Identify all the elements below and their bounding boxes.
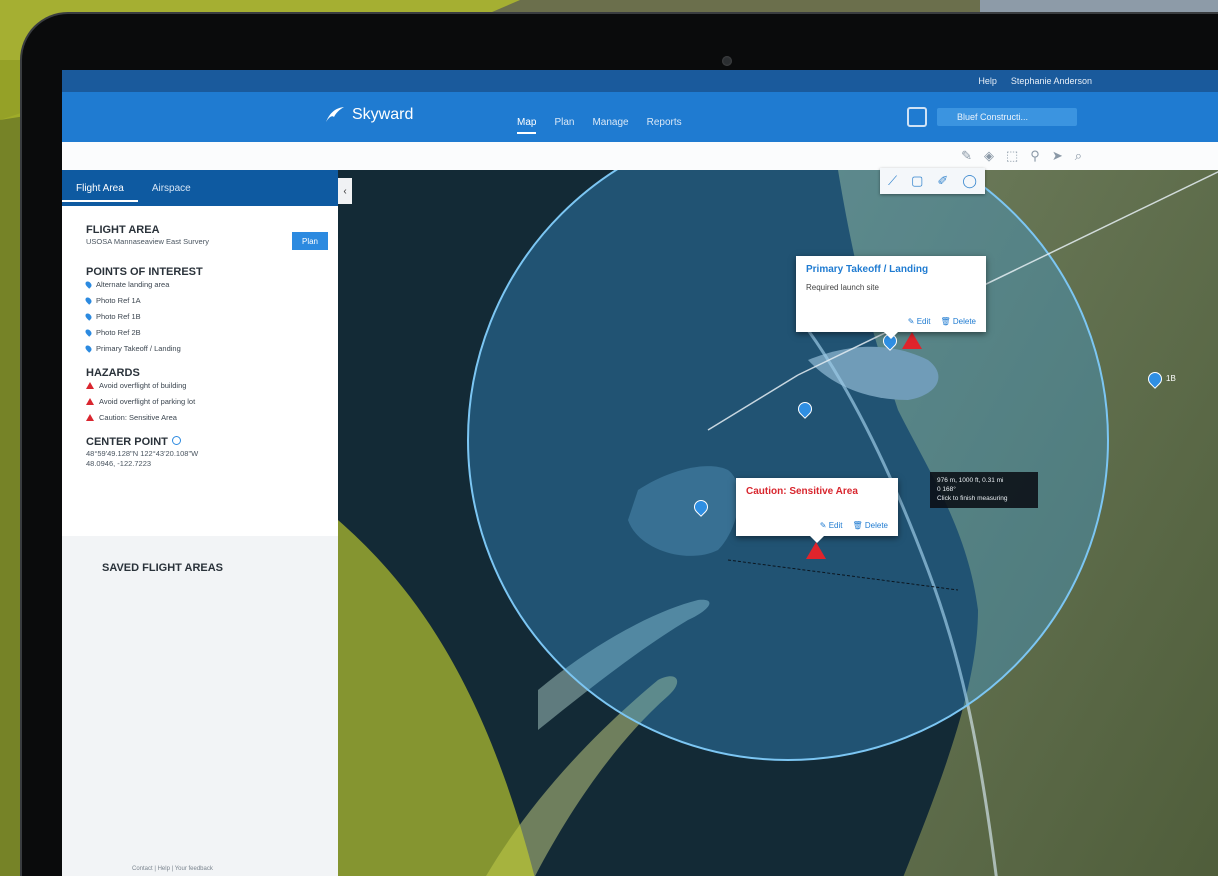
poi-item[interactable]: Photo Ref 2B: [84, 328, 316, 337]
poi-item[interactable]: Alternate landing area: [84, 280, 316, 289]
popup-caution-title: Caution: Sensitive Area: [746, 486, 858, 497]
tab-airspace[interactable]: Airspace: [138, 183, 205, 194]
hazard-marker-sensitive[interactable]: [806, 542, 826, 559]
poi-item[interactable]: Primary Takeoff / Landing: [84, 344, 316, 353]
nav-link-reports[interactable]: Reports: [647, 117, 682, 134]
layers-icon[interactable]: ◈: [984, 148, 994, 164]
center-point-decimal: 48.0946, -122.7223: [86, 459, 152, 468]
saved-flight-areas-heading[interactable]: SAVED FLIGHT AREAS: [102, 562, 223, 574]
help-link[interactable]: Help: [978, 76, 997, 86]
edit-icon: ✎: [907, 317, 915, 326]
popup-caution-actions: ✎ Edit 🗑 Delete: [820, 521, 888, 530]
hazard-item[interactable]: Avoid overflight of building: [86, 381, 316, 390]
line-icon[interactable]: ⟋: [888, 173, 897, 189]
map-pin-icon: [84, 296, 93, 305]
nav-right-tools: Bluef Constructi...: [907, 107, 1077, 127]
popup-primary-delete[interactable]: 🗑 Delete: [940, 317, 976, 326]
warning-icon: [86, 414, 94, 421]
warning-icon: [86, 398, 94, 405]
hazard-item[interactable]: Caution: Sensitive Area: [86, 413, 316, 422]
map-toolbar: ✎ ◈ ⬚ ⚲ ➤ ⌕: [62, 142, 1218, 170]
poi-item[interactable]: Photo Ref 1B: [84, 312, 316, 321]
pin-label-1b: 1B: [1166, 374, 1176, 383]
draw-icon[interactable]: ⬚: [1006, 148, 1018, 164]
brand-name: Skyward: [352, 106, 414, 123]
utility-bar: Help Stephanie Anderson: [62, 70, 1218, 92]
map-pin-icon[interactable]: ⚲: [1030, 148, 1040, 164]
side-panel: Flight Area Airspace FLIGHT AREA USOSA M…: [62, 170, 338, 876]
map-pin-icon: [84, 280, 93, 289]
user-menu[interactable]: Stephanie Anderson: [1011, 76, 1092, 86]
map-pin-icon: [84, 328, 93, 337]
measure-bearing: 0 168°: [937, 485, 956, 493]
main-navbar: Skyward Map Plan Manage Reports Bluef Co…: [62, 92, 1218, 142]
popup-primary-edit[interactable]: ✎ Edit: [908, 317, 931, 326]
popup-caution-edit[interactable]: ✎ Edit: [820, 521, 843, 530]
map-pin-icon: [84, 312, 93, 321]
edit-icon: ✎: [819, 521, 827, 530]
map-view[interactable]: 1B Primary Takeoff / Landing Required la…: [338, 119, 1218, 876]
brand-logo[interactable]: Skyward: [324, 106, 413, 124]
popup-caution-area: Caution: Sensitive Area ✎ Edit 🗑 Delete: [736, 478, 898, 543]
info-icon[interactable]: [171, 436, 181, 445]
collapse-panel-button[interactable]: ‹: [338, 178, 352, 204]
chevron-left-icon: ‹: [343, 185, 347, 197]
nav-links: Map Plan Manage Reports: [517, 117, 682, 134]
map-pin-icon: [84, 344, 93, 353]
flight-area-name: USOSA Mannaseaview East Survery: [86, 237, 209, 246]
tab-flight-area[interactable]: Flight Area: [62, 183, 138, 202]
hazard-item[interactable]: Avoid overflight of parking lot: [86, 397, 316, 406]
popup-primary-actions: ✎ Edit 🗑 Delete: [908, 317, 976, 326]
flight-area-card: FLIGHT AREA USOSA Mannaseaview East Surv…: [62, 206, 338, 536]
popup-primary-title: Primary Takeoff / Landing: [806, 264, 929, 275]
warning-icon: [86, 382, 94, 389]
trash-icon: 🗑: [940, 317, 951, 326]
center-point-dms: 48°59'49.128"N 122°43'20.108"W: [86, 449, 199, 458]
panel-tabs: Flight Area Airspace: [62, 170, 338, 206]
square-icon[interactable]: ▢: [911, 173, 923, 189]
search-icon[interactable]: ⌕: [1075, 148, 1082, 164]
app-screen: Help Stephanie Anderson Skyward Map Plan…: [62, 70, 1218, 876]
center-point-heading: CENTER POINT: [86, 436, 316, 448]
navigate-icon[interactable]: ➤: [1052, 148, 1063, 164]
nav-link-manage[interactable]: Manage: [592, 117, 628, 134]
popup-primary-landing: Primary Takeoff / Landing Required launc…: [796, 256, 986, 339]
measure-tooltip: 976 m, 1000 ft, 0.31 mi 0 168° Click to …: [930, 472, 1038, 509]
organization-search[interactable]: Bluef Constructi...: [937, 108, 1077, 126]
popup-caution-delete[interactable]: 🗑 Delete: [852, 521, 888, 530]
panel-footer-links[interactable]: Contact | Help | Your feedback: [132, 866, 213, 872]
nav-link-plan[interactable]: Plan: [554, 117, 574, 134]
trash-icon: 🗑: [852, 521, 863, 530]
measure-distance: 976 m, 1000 ft, 0.31 mi: [937, 477, 1004, 484]
calendar-icon[interactable]: [907, 107, 927, 127]
hazards-heading: HAZARDS: [86, 367, 140, 379]
popup-primary-text: Required launch site: [806, 283, 879, 292]
webcam: [722, 56, 732, 66]
measure-hint: Click to finish measuring: [937, 494, 1008, 502]
draw-tools-popover: ⟋ ▢ ✐ ◯: [880, 168, 985, 194]
flight-area-heading: FLIGHT AREA: [86, 224, 160, 236]
bird-logo-icon: [326, 107, 344, 122]
plan-button[interactable]: Plan: [292, 232, 328, 250]
hazard-marker-building[interactable]: [902, 332, 922, 349]
poi-item[interactable]: Photo Ref 1A: [84, 296, 316, 305]
pen-icon[interactable]: ✐: [937, 173, 948, 189]
edit-icon[interactable]: ✎: [961, 148, 972, 164]
poi-heading: POINTS OF INTEREST: [86, 266, 203, 278]
scene: Help Stephanie Anderson Skyward Map Plan…: [0, 0, 1218, 876]
circle-icon[interactable]: ◯: [962, 173, 977, 189]
nav-link-map[interactable]: Map: [517, 117, 537, 134]
